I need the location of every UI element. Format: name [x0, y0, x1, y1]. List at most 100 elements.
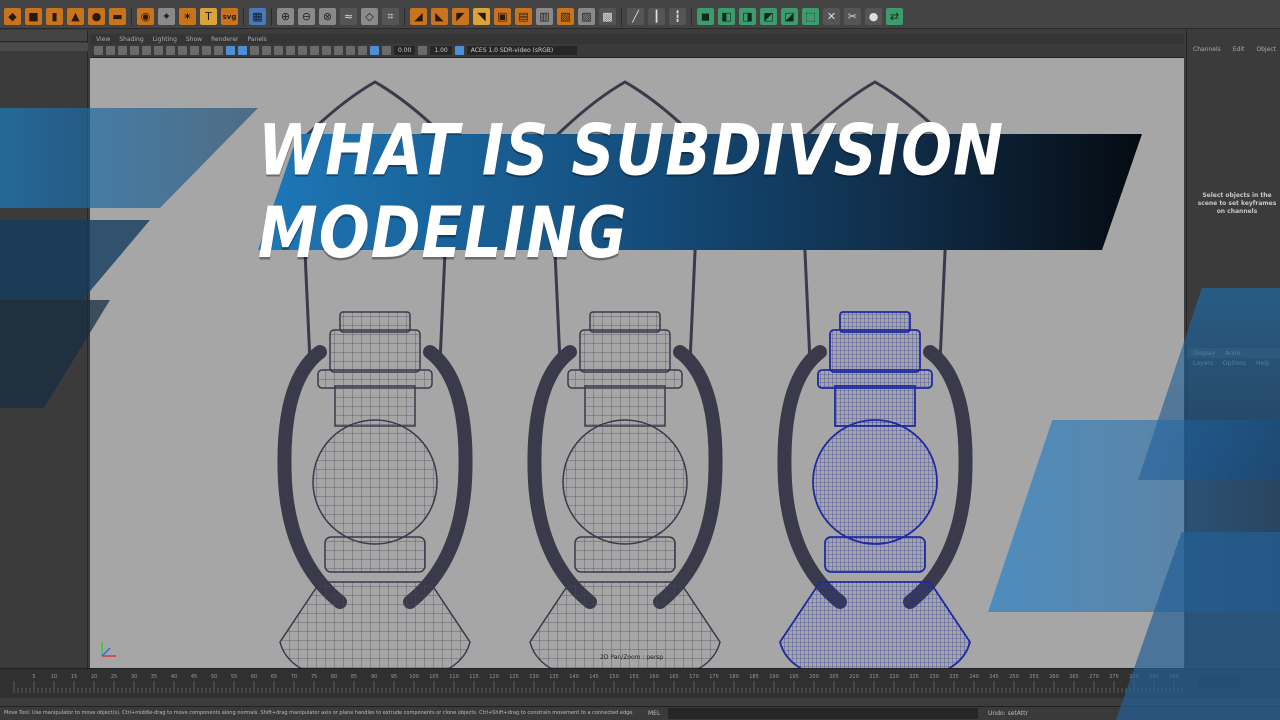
- channel-box-tab[interactable]: Object: [1256, 46, 1276, 53]
- poke-icon[interactable]: ▤: [515, 8, 532, 25]
- polygon-torus-icon[interactable]: ●: [88, 8, 105, 25]
- mel-command-input[interactable]: [668, 708, 978, 719]
- field-chart-icon[interactable]: [190, 46, 199, 55]
- offset-loop-icon[interactable]: ┇: [669, 8, 686, 25]
- wireframe-on-shaded-icon[interactable]: [370, 46, 379, 55]
- spherical-map-icon[interactable]: ◩: [760, 8, 777, 25]
- viewport-menu-item[interactable]: Panels: [247, 36, 266, 43]
- gate-mask-icon[interactable]: [178, 46, 187, 55]
- timeline-tick-label: 275: [1109, 674, 1119, 680]
- timeline-tick-label: 260: [1049, 674, 1059, 680]
- merge-icon[interactable]: ▥: [536, 8, 553, 25]
- viewport-menu-item[interactable]: View: [96, 36, 110, 43]
- lights-icon[interactable]: [274, 46, 283, 55]
- resolution-gate-icon[interactable]: [166, 46, 175, 55]
- time-slider[interactable]: 5 10 15 20 25 30 35 40 45 50 55 60 65 70 75 80 85 90 95 100…: [0, 668, 1280, 698]
- cylindrical-map-icon[interactable]: ◨: [739, 8, 756, 25]
- remesh-icon[interactable]: ⌗: [382, 8, 399, 25]
- view-transform-dropdown[interactable]: ACES 1.0 SDR-video (sRGB): [466, 46, 577, 55]
- bridge-icon[interactable]: ◣: [431, 8, 448, 25]
- shelf-separator: [404, 7, 405, 26]
- planar-map-icon[interactable]: ◧: [718, 8, 735, 25]
- mirror-icon[interactable]: ▨: [578, 8, 595, 25]
- unfold-icon[interactable]: ⬚: [802, 8, 819, 25]
- isolate-select-icon[interactable]: [334, 46, 343, 55]
- boolean-icon[interactable]: ⊗: [319, 8, 336, 25]
- timeline-tick-label: 230: [929, 674, 939, 680]
- fill-hole-icon[interactable]: ▣: [494, 8, 511, 25]
- textured-icon[interactable]: [262, 46, 271, 55]
- super-shape-icon[interactable]: ✶: [179, 8, 196, 25]
- type-tool-icon[interactable]: T: [200, 8, 217, 25]
- smooth-icon[interactable]: ≈: [340, 8, 357, 25]
- shadows-icon[interactable]: [286, 46, 295, 55]
- bookmark-icon[interactable]: [118, 46, 127, 55]
- camera-label: 2D Pan/Zoom : persp: [600, 654, 664, 661]
- wireframe-icon[interactable]: [226, 46, 235, 55]
- timeline-tick-label: 205: [829, 674, 839, 680]
- default-material-icon[interactable]: [250, 46, 259, 55]
- collapse-icon[interactable]: ▧: [557, 8, 574, 25]
- select-camera-icon[interactable]: [94, 46, 103, 55]
- polygon-sphere-icon[interactable]: ◆: [4, 8, 21, 25]
- timeline-tick-label: 10: [51, 674, 57, 680]
- viewport-menu-bar: View Shading Lighting Show Renderer Panels: [90, 34, 1184, 44]
- combine-icon[interactable]: ⊕: [277, 8, 294, 25]
- channel-box-tab[interactable]: Edit: [1233, 46, 1245, 53]
- automatic-map-icon[interactable]: ◪: [781, 8, 798, 25]
- xray-joints-icon[interactable]: [358, 46, 367, 55]
- safe-title-icon[interactable]: [214, 46, 223, 55]
- wedge-icon[interactable]: ▩: [599, 8, 616, 25]
- grid-icon[interactable]: ▦: [249, 8, 266, 25]
- polygon-plane-icon[interactable]: ▬: [109, 8, 126, 25]
- svg-tool-button[interactable]: svg: [221, 8, 238, 25]
- separate-icon[interactable]: ⊖: [298, 8, 315, 25]
- transfer-icon[interactable]: ⇄: [886, 8, 903, 25]
- film-gate-icon[interactable]: [154, 46, 163, 55]
- extrude-icon[interactable]: ◢: [410, 8, 427, 25]
- bevel-icon[interactable]: ◤: [452, 8, 469, 25]
- polygon-cube-icon[interactable]: ■: [25, 8, 42, 25]
- viewport-menu-item[interactable]: Shading: [119, 36, 143, 43]
- render-sphere-icon[interactable]: ●: [865, 8, 882, 25]
- polygon-cone-icon[interactable]: ▲: [67, 8, 84, 25]
- mel-label[interactable]: MEL: [648, 710, 660, 717]
- color-management-icon[interactable]: [454, 46, 464, 55]
- timeline-tick-label: 200: [809, 674, 819, 680]
- outliner-search-bar[interactable]: [0, 43, 88, 51]
- ambient-occlusion-icon[interactable]: [298, 46, 307, 55]
- timeline-tick-label: 95: [391, 674, 397, 680]
- timeline-tick-label: 165: [669, 674, 679, 680]
- reduce-icon[interactable]: ◇: [361, 8, 378, 25]
- motion-blur-icon[interactable]: [310, 46, 319, 55]
- gamma-icon[interactable]: [418, 46, 428, 55]
- timeline-tick-label: 190: [769, 674, 779, 680]
- xray-icon[interactable]: [346, 46, 355, 55]
- viewport-menu-item[interactable]: Renderer: [211, 36, 238, 43]
- timeline-tick-label: 105: [429, 674, 439, 680]
- timeline-tick-label: 175: [709, 674, 719, 680]
- channel-box-tab[interactable]: Channels: [1193, 46, 1221, 53]
- image-plane-icon[interactable]: [130, 46, 139, 55]
- grid-toggle-icon[interactable]: [142, 46, 151, 55]
- append-icon[interactable]: ◥: [473, 8, 490, 25]
- edge-loop-icon[interactable]: ┃: [648, 8, 665, 25]
- gamma-field[interactable]: 1.00: [430, 46, 452, 55]
- smooth-shade-icon[interactable]: [238, 46, 247, 55]
- exposure-field[interactable]: 0.00: [394, 46, 416, 55]
- timeline-tick-label: 250: [1009, 674, 1019, 680]
- platonic-solid-icon[interactable]: ✦: [158, 8, 175, 25]
- layout-icon[interactable]: ✕: [823, 8, 840, 25]
- uv-editor-icon[interactable]: ◼: [697, 8, 714, 25]
- timeline-tick-label: 145: [589, 674, 599, 680]
- safe-action-icon[interactable]: [202, 46, 211, 55]
- polygon-cylinder-icon[interactable]: ▮: [46, 8, 63, 25]
- multi-cut-icon[interactable]: ╱: [627, 8, 644, 25]
- sew-icon[interactable]: ✂: [844, 8, 861, 25]
- anti-aliasing-icon[interactable]: [322, 46, 331, 55]
- polygon-disc-icon[interactable]: ◉: [137, 8, 154, 25]
- viewport-menu-item[interactable]: Show: [186, 36, 202, 43]
- viewport-menu-item[interactable]: Lighting: [153, 36, 177, 43]
- camera-attributes-icon[interactable]: [106, 46, 115, 55]
- exposure-icon[interactable]: [382, 46, 391, 55]
